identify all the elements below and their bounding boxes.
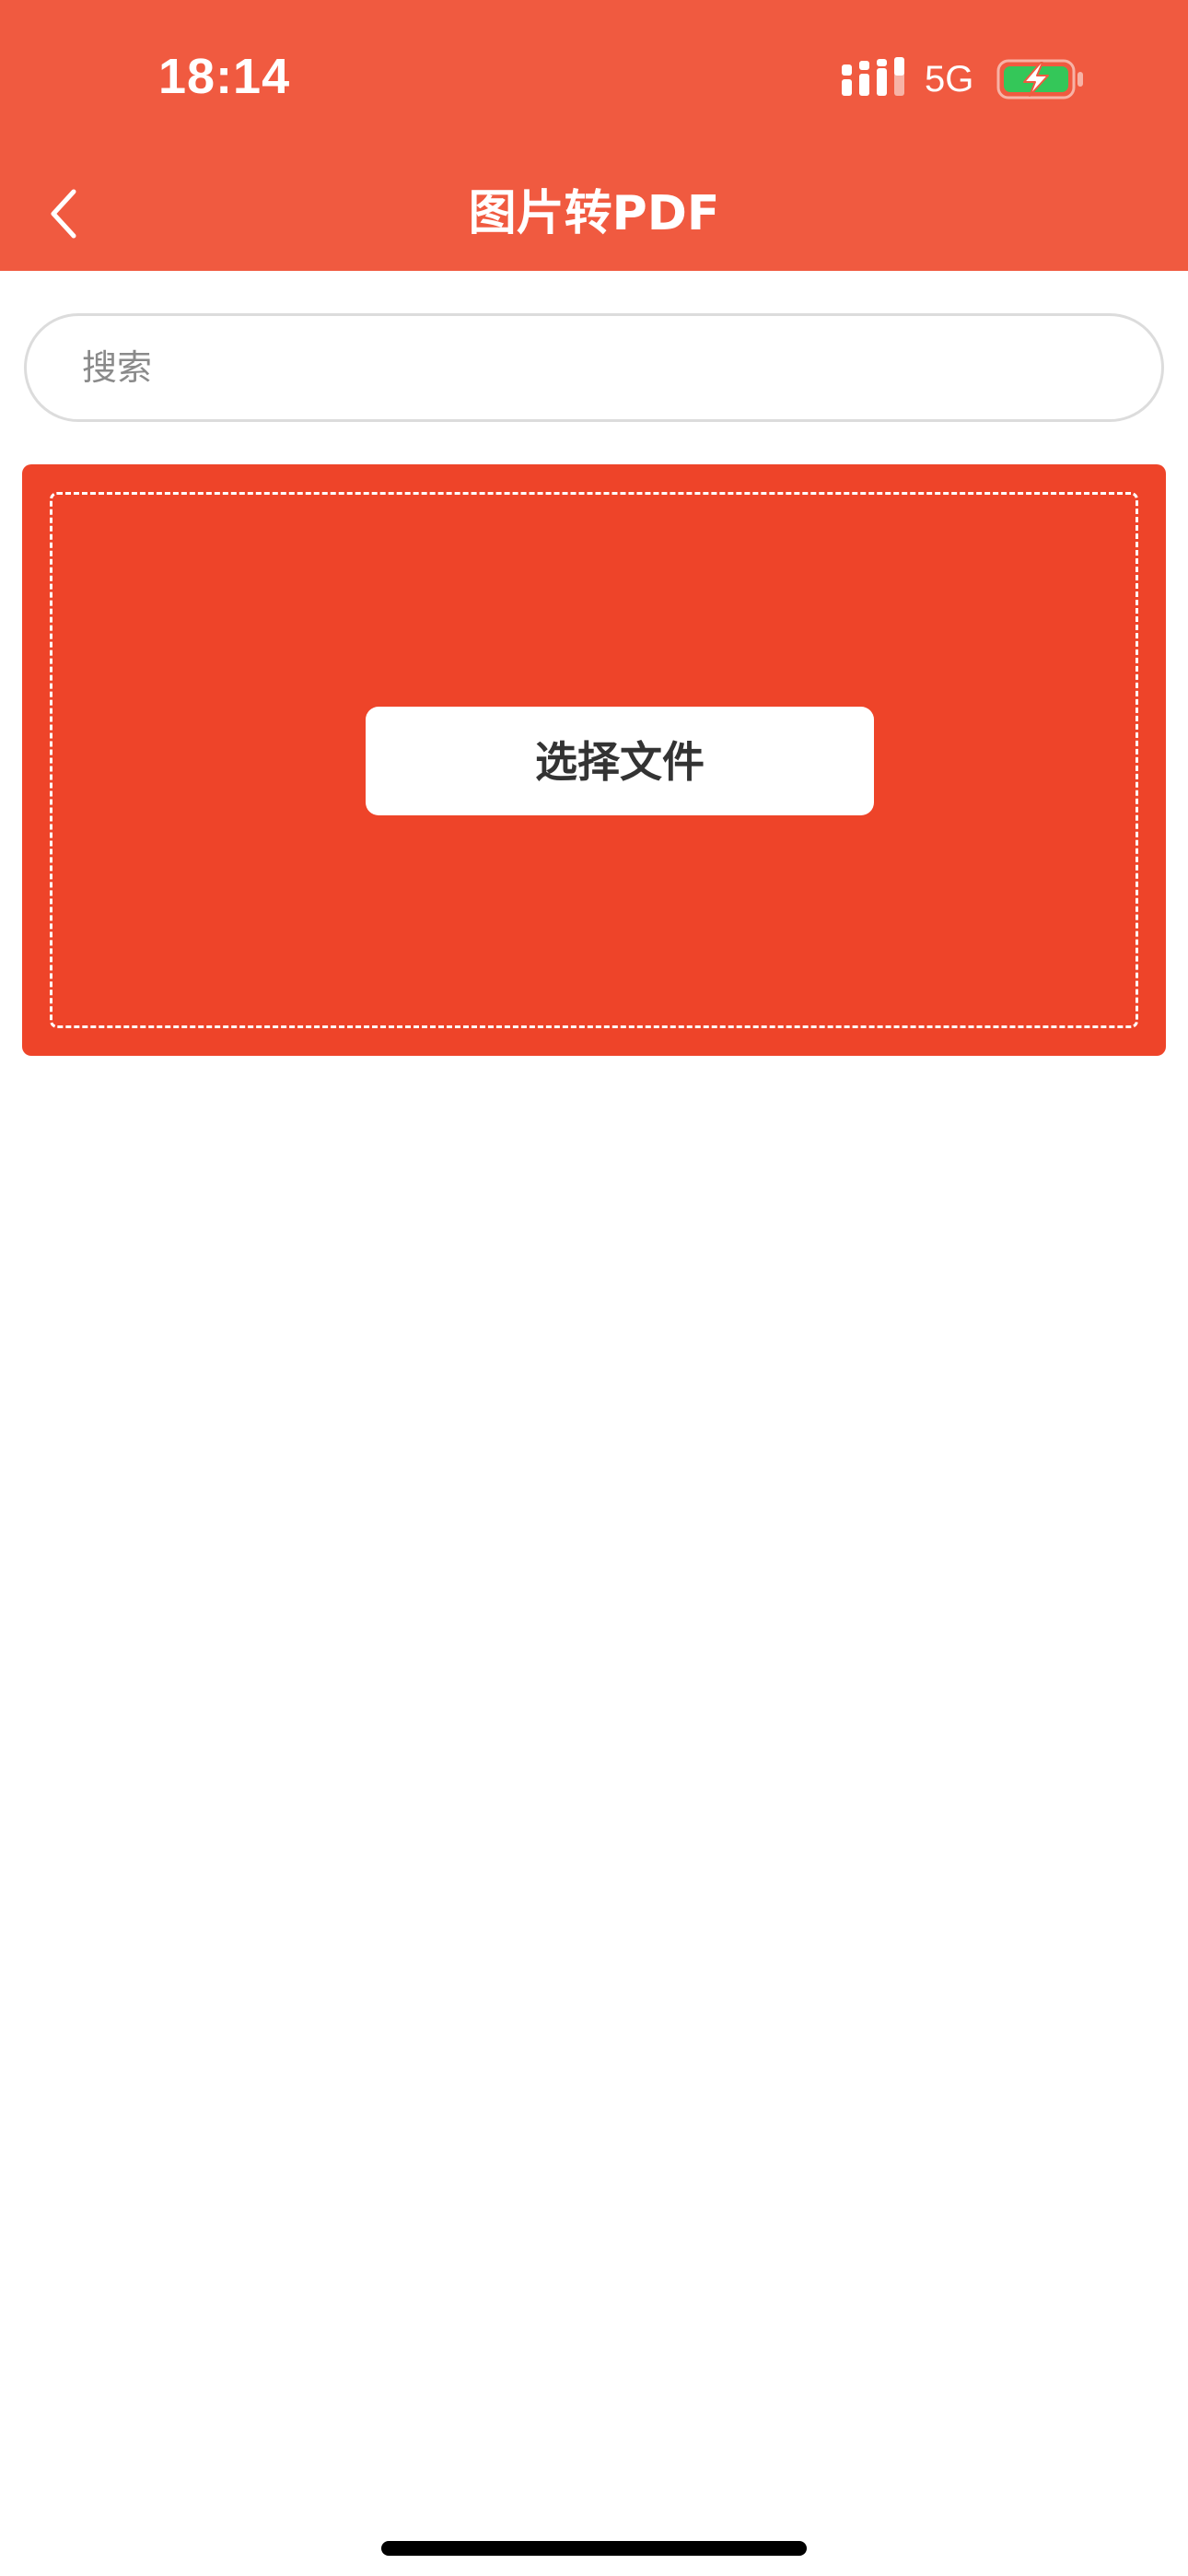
status-bar: 18:14 5G bbox=[0, 0, 1188, 157]
cellular-signal-icon bbox=[842, 57, 904, 96]
search-box[interactable] bbox=[24, 313, 1164, 422]
app-header: 18:14 5G 图片转PDF bbox=[0, 0, 1188, 271]
status-time: 18:14 bbox=[158, 49, 291, 104]
page-title: 图片转PDF bbox=[468, 186, 720, 241]
battery-charging-icon bbox=[996, 59, 1083, 100]
choose-file-button[interactable]: 选择文件 bbox=[366, 707, 874, 815]
upload-panel: 选择文件 bbox=[22, 464, 1166, 1056]
search-input[interactable] bbox=[82, 316, 1095, 419]
home-indicator[interactable] bbox=[381, 2541, 807, 2556]
network-type-label: 5G bbox=[925, 59, 974, 100]
back-button[interactable] bbox=[28, 177, 101, 251]
chevron-left-icon bbox=[51, 189, 76, 239]
navigation-bar: 图片转PDF bbox=[0, 157, 1188, 271]
upload-dropzone[interactable]: 选择文件 bbox=[50, 492, 1138, 1028]
